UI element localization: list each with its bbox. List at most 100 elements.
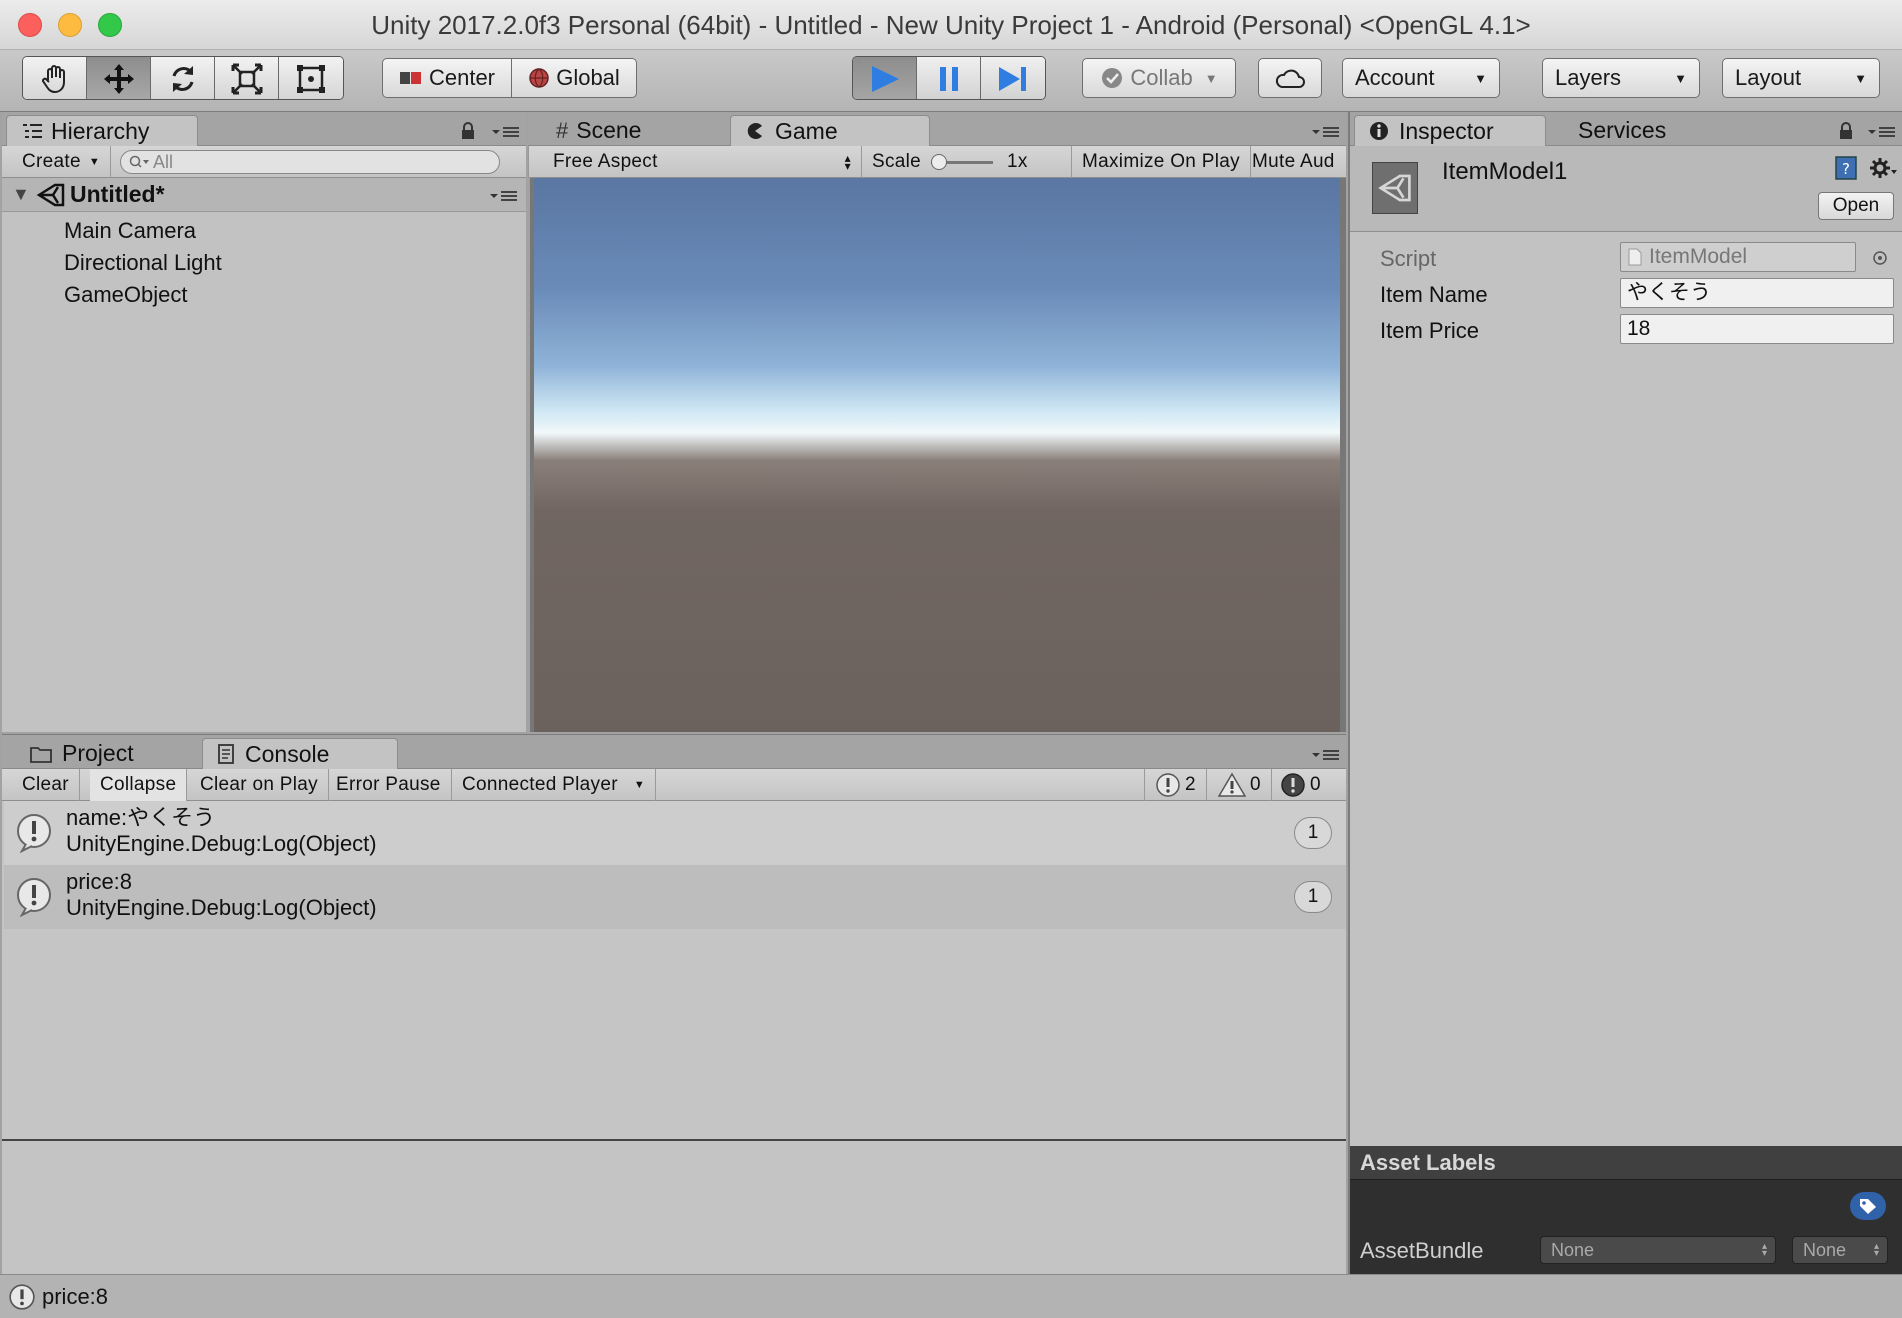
panel-menu-icon[interactable] <box>490 124 520 140</box>
lock-icon[interactable] <box>460 122 476 140</box>
hierarchy-tree: ▼ Untitled* Main Camera Directional Ligh… <box>2 178 526 732</box>
cloud-button[interactable] <box>1258 58 1322 98</box>
tab-scene-label: Scene <box>576 117 642 143</box>
panel-menu-icon[interactable] <box>1310 747 1340 763</box>
tab-inspector[interactable]: Inspector <box>1354 115 1546 146</box>
console-entry-count: 1 <box>1294 881 1332 913</box>
tab-project[interactable]: Project <box>16 738 148 769</box>
inspector-tabbar: Inspector Services <box>1350 112 1902 146</box>
step-button[interactable] <box>981 57 1045 99</box>
assetbundle-label: AssetBundle <box>1360 1238 1484 1263</box>
play-button[interactable] <box>853 57 917 99</box>
lock-icon[interactable] <box>1838 122 1854 140</box>
pivot-mode-button[interactable]: Center <box>382 58 512 98</box>
tab-hierarchy[interactable]: Hierarchy <box>6 115 198 146</box>
scene-menu-icon[interactable] <box>488 188 518 204</box>
status-message[interactable]: price:8 <box>42 1284 108 1310</box>
checkmark-icon <box>1102 68 1123 88</box>
panel-menu-icon[interactable] <box>1866 124 1896 140</box>
pivot-center-icon <box>399 72 421 84</box>
layout-dropdown[interactable]: Layout ▼ <box>1722 58 1880 98</box>
hierarchy-item-main-camera[interactable]: Main Camera <box>64 218 196 244</box>
move-tool-button[interactable] <box>87 57 151 99</box>
info-filter-toggle[interactable]: 2 <box>1144 769 1207 801</box>
console-entry-message: name:やくそう <box>66 805 216 830</box>
scene-header-row[interactable]: ▼ Untitled* <box>2 178 526 212</box>
object-picker-icon[interactable] <box>1872 250 1888 266</box>
warning-filter-toggle[interactable]: 0 <box>1208 769 1272 801</box>
updown-arrows-icon: ▴ ▾ <box>844 151 851 173</box>
unity-logo-icon <box>1378 174 1411 202</box>
hierarchy-search-field[interactable]: All <box>120 150 500 174</box>
search-icon <box>129 155 149 168</box>
tab-game[interactable]: Game <box>730 115 930 146</box>
object-name: ItemModel1 <box>1442 158 1568 185</box>
panel-menu-icon[interactable] <box>1310 124 1340 140</box>
console-icon <box>218 744 234 764</box>
error-pause-toggle[interactable]: Error Pause <box>326 769 452 801</box>
clear-button[interactable]: Clear <box>12 769 80 801</box>
script-field[interactable]: ItemModel <box>1620 242 1856 272</box>
inspector-body: ItemModel1 ? Open Script ItemModel Item … <box>1350 146 1902 1274</box>
game-panel: # Scene Game Free Aspect ▴ ▾ Scale 1x Max… <box>528 112 1346 732</box>
asset-labels-title: Asset Labels <box>1360 1150 1496 1175</box>
rect-tool-button[interactable] <box>279 57 343 99</box>
console-entry[interactable]: name:やくそう UnityEngine.Debug:Log(Object) … <box>4 801 1346 865</box>
scale-tool-button[interactable] <box>215 57 279 99</box>
console-entry-text: price:8 UnityEngine.Debug:Log(Object) <box>66 869 377 921</box>
scale-slider[interactable] <box>931 152 994 172</box>
console-entry-stacktrace: UnityEngine.Debug:Log(Object) <box>66 895 377 920</box>
hierarchy-toolbar: Create ▼ All <box>2 146 526 178</box>
tab-inspector-label: Inspector <box>1399 117 1494 144</box>
transform-tools <box>22 56 344 100</box>
info-bubble-icon <box>1156 773 1180 797</box>
hierarchy-item-directional-light[interactable]: Directional Light <box>64 250 222 276</box>
item-price-field[interactable]: 18 <box>1620 314 1894 344</box>
status-bar: price:8 <box>0 1274 1902 1318</box>
unity-scene-icon <box>36 183 65 207</box>
assetbundle-variant-value: None <box>1803 1239 1847 1260</box>
gear-icon[interactable] <box>1868 154 1898 182</box>
error-filter-toggle[interactable]: 0 <box>1270 769 1331 801</box>
console-entry[interactable]: price:8 UnityEngine.Debug:Log(Object) 1 <box>4 865 1346 929</box>
assetbundle-dropdown[interactable]: None ▴ ▾ <box>1540 1236 1776 1264</box>
account-dropdown[interactable]: Account ▼ <box>1342 58 1500 98</box>
tag-icon <box>1860 1199 1876 1214</box>
tab-console[interactable]: Console <box>202 738 398 769</box>
rotate-tool-button[interactable] <box>151 57 215 99</box>
svg-text:?: ? <box>1842 160 1850 178</box>
expand-arrow-icon[interactable]: ▼ <box>12 184 30 205</box>
item-price-label: Item Price <box>1380 318 1480 343</box>
game-view-render[interactable] <box>534 178 1340 732</box>
item-name-label: Item Name <box>1380 282 1488 307</box>
help-book-icon[interactable]: ? <box>1832 154 1860 182</box>
step-icon <box>999 67 1026 91</box>
asset-label-tag-button[interactable] <box>1850 1192 1886 1220</box>
tab-scene[interactable]: # Scene <box>542 115 655 146</box>
assetbundle-variant-dropdown[interactable]: None ▴ ▾ <box>1792 1236 1888 1264</box>
chevron-down-icon: ▼ <box>633 779 646 791</box>
open-button[interactable]: Open <box>1818 192 1894 220</box>
connected-player-dropdown[interactable]: Connected Player ▼ <box>452 769 657 801</box>
aspect-dropdown[interactable]: Free Aspect ▴ ▾ <box>528 146 862 178</box>
pause-button[interactable] <box>917 57 981 99</box>
hierarchy-item-gameobject[interactable]: GameObject <box>64 282 188 308</box>
collab-button[interactable]: Collab ▼ <box>1082 58 1236 98</box>
create-dropdown[interactable]: Create ▼ <box>12 146 112 178</box>
layers-dropdown[interactable]: Layers ▼ <box>1542 58 1700 98</box>
maximize-on-play-toggle[interactable]: Maximize On Play <box>1072 146 1251 178</box>
pause-icon <box>939 67 958 91</box>
scene-name: Untitled* <box>70 181 165 207</box>
pivot-rotation-button[interactable]: Global <box>511 58 637 98</box>
inspector-panel: Inspector Services ItemModel1 ? Open Scr… <box>1348 112 1902 1274</box>
item-name-field[interactable]: やくそう <box>1620 278 1894 308</box>
clear-on-play-toggle[interactable]: Clear on Play <box>190 769 329 801</box>
pacman-icon <box>747 123 762 139</box>
updown-arrows-icon: ▴ ▾ <box>1761 1241 1767 1259</box>
mute-audio-toggle[interactable]: Mute Aud <box>1242 146 1346 178</box>
hand-tool-button[interactable] <box>23 57 87 99</box>
window-title: Unity 2017.2.0f3 Personal (64bit) - Unti… <box>371 10 1531 40</box>
tab-services[interactable]: Services <box>1564 115 1680 146</box>
collapse-toggle[interactable]: Collapse <box>90 769 188 801</box>
console-entry-stacktrace: UnityEngine.Debug:Log(Object) <box>66 831 377 856</box>
